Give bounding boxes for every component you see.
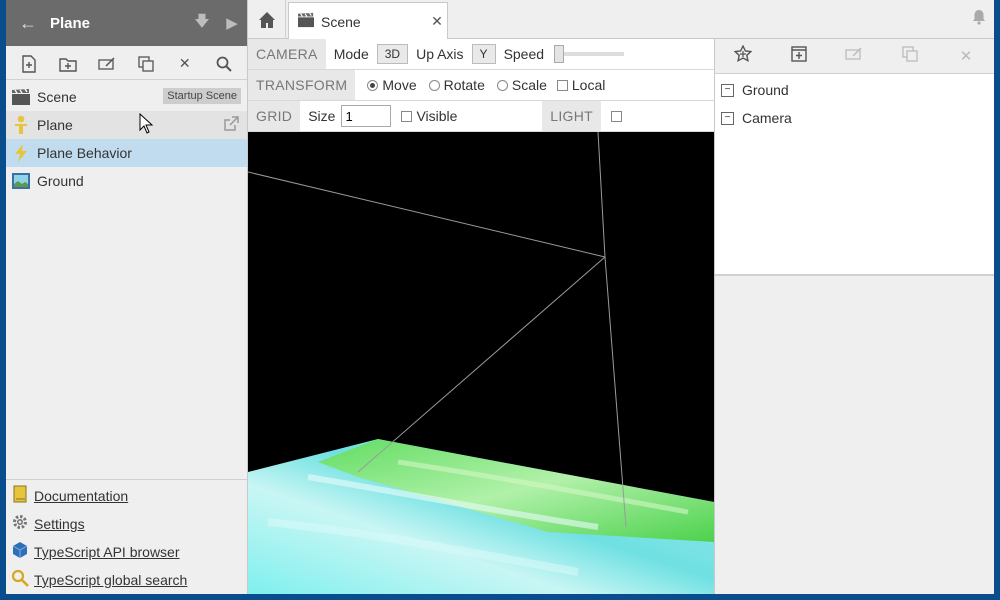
upaxis-label: Up Axis (416, 46, 464, 62)
duplicate-actor-icon[interactable] (898, 46, 922, 66)
run-icon[interactable]: ▶ (217, 14, 247, 32)
3d-viewport[interactable] (248, 132, 714, 594)
tree-item-label: Scene (37, 89, 77, 105)
camera-section-label: CAMERA (248, 39, 326, 69)
typescript-api-link[interactable]: TypeScript API browser (34, 544, 180, 560)
collapse-toggle-icon[interactable]: − (721, 111, 734, 125)
scene-clapper-icon (10, 87, 32, 107)
move-label: Move (382, 77, 417, 93)
delete-icon[interactable]: ✕ (173, 53, 197, 75)
grid-section-label: GRID (248, 101, 301, 131)
hierarchy-item-ground[interactable]: − Ground (715, 76, 994, 104)
typescript-search-link[interactable]: TypeScript global search (34, 572, 187, 588)
link-documentation[interactable]: Documentation (6, 482, 247, 510)
tab-bar: Scene ✕ (248, 0, 994, 40)
grid-size-input[interactable] (341, 105, 392, 127)
hierarchy-item-camera[interactable]: − Camera (715, 104, 994, 132)
local-checkbox[interactable] (556, 79, 568, 91)
download-icon[interactable]: 🡇 (187, 11, 217, 36)
camera-bar: CAMERA Mode 3D Up Axis Y Speed (248, 39, 714, 70)
rotate-radio[interactable] (428, 79, 440, 91)
cube-icon (10, 541, 30, 563)
asset-tree: Scene Startup Scene Plane Plane Behavior (6, 80, 247, 195)
startup-scene-badge: Startup Scene (163, 88, 241, 104)
speed-label: Speed (503, 46, 545, 62)
texture-image-icon (10, 171, 32, 191)
viewport-render (248, 132, 714, 594)
search-icon[interactable] (212, 53, 236, 75)
tree-item-label: Ground (37, 173, 84, 189)
transform-section-label: TRANSFORM (248, 70, 356, 100)
slider-knob[interactable] (554, 45, 565, 63)
rename-icon[interactable] (95, 53, 119, 75)
tab-label: Scene (321, 13, 361, 30)
home-icon[interactable] (248, 0, 286, 39)
lightning-script-icon (10, 143, 32, 163)
grid-bar: GRID Size Visible LIGHT (248, 101, 714, 132)
close-icon[interactable]: ✕ (427, 13, 447, 30)
transform-bar: TRANSFORM Move Rotate Scale Local (248, 70, 714, 101)
visible-checkbox[interactable] (401, 110, 413, 122)
link-typescript-api[interactable]: TypeScript API browser (6, 538, 247, 566)
rename-actor-icon[interactable] (842, 47, 866, 65)
tab-scene[interactable]: Scene ✕ (288, 2, 448, 40)
settings-link[interactable]: Settings (34, 516, 85, 532)
rotate-label: Rotate (443, 77, 485, 93)
magnifier-icon (10, 569, 30, 591)
new-asset-icon[interactable] (17, 53, 41, 75)
back-arrow-icon[interactable]: ← (6, 13, 50, 34)
visible-label: Visible (416, 108, 458, 124)
project-header: ← Plane 🡇 ▶ (6, 0, 247, 46)
scene-editor: CAMERA Mode 3D Up Axis Y Speed TRANSFORM… (248, 39, 714, 594)
hierarchy-item-label: Ground (742, 82, 789, 98)
duplicate-icon[interactable] (134, 53, 158, 75)
project-panel: ← Plane 🡇 ▶ ✕ Scene Startup Scene Plane … (6, 0, 248, 594)
size-label: Size (308, 108, 336, 124)
actor-icon (10, 115, 32, 135)
project-toolbar: ✕ (6, 48, 247, 80)
delete-actor-icon[interactable]: ✕ (954, 47, 978, 65)
link-typescript-search[interactable]: TypeScript global search (6, 566, 247, 594)
gear-icon (10, 513, 30, 535)
light-checkbox[interactable] (611, 110, 622, 122)
open-external-icon[interactable] (223, 116, 239, 135)
hierarchy-toolbar: ✕ (715, 39, 994, 74)
new-folder-icon[interactable] (56, 53, 80, 75)
mode-label: Mode (333, 46, 369, 62)
help-links: Documentation Settings TypeScript API br… (6, 479, 247, 594)
bell-icon[interactable] (972, 9, 986, 30)
tree-item-plane-behavior[interactable]: Plane Behavior (6, 139, 247, 167)
scale-label: Scale (511, 77, 547, 93)
mode-button[interactable]: 3D (376, 44, 409, 64)
app-window: ← Plane 🡇 ▶ ✕ Scene Startup Scene Plane … (6, 0, 994, 594)
new-actor-icon[interactable] (731, 44, 755, 67)
mouse-cursor-icon (139, 113, 153, 134)
book-icon (10, 485, 30, 507)
project-title: Plane (50, 14, 91, 32)
documentation-link[interactable]: Documentation (34, 488, 128, 504)
hierarchy-item-label: Camera (742, 110, 792, 126)
tree-item-label: Plane (37, 117, 73, 133)
light-section-label: LIGHT (542, 101, 601, 131)
upaxis-button[interactable]: Y (471, 44, 496, 64)
tree-item-scene[interactable]: Scene Startup Scene (6, 83, 247, 111)
inspector-panel: ✕ − Ground − Camera (714, 39, 994, 594)
link-settings[interactable]: Settings (6, 510, 247, 538)
tree-item-ground[interactable]: Ground (6, 167, 247, 195)
speed-slider[interactable] (554, 45, 625, 63)
new-prefab-icon[interactable] (787, 45, 811, 67)
tree-item-plane[interactable]: Plane (6, 111, 247, 139)
local-label: Local (571, 77, 606, 93)
scale-radio[interactable] (496, 79, 508, 91)
actor-hierarchy: − Ground − Camera (715, 74, 994, 276)
move-radio[interactable] (367, 79, 379, 91)
collapse-toggle-icon[interactable]: − (721, 83, 734, 97)
scene-clapper-icon (297, 12, 315, 31)
tree-item-label: Plane Behavior (37, 145, 132, 161)
